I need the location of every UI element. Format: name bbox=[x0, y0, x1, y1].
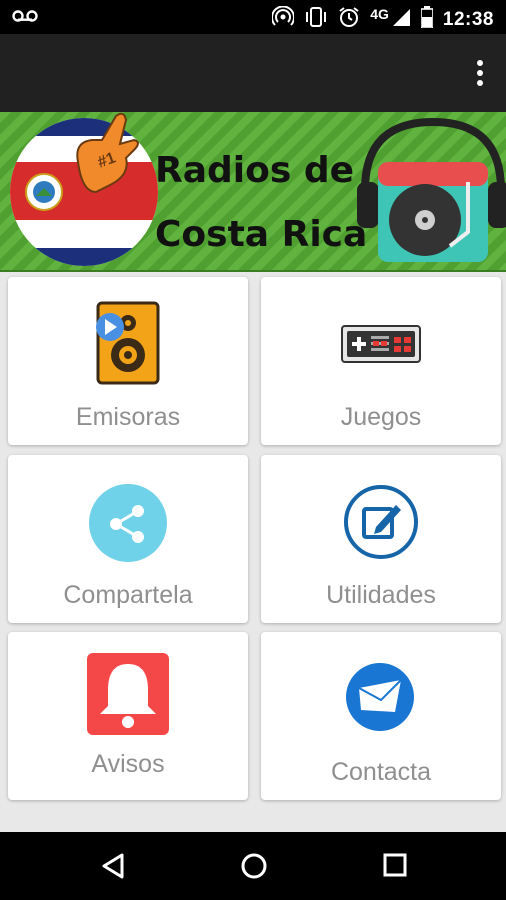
voicemail-icon bbox=[12, 9, 38, 28]
gamepad-icon bbox=[341, 325, 421, 368]
avisos-label: Avisos bbox=[91, 750, 165, 778]
banner-title-line1: Radios de bbox=[155, 150, 355, 191]
utilidades-label: Utilidades bbox=[326, 581, 436, 609]
banner: #1 Radios de Costa Rica bbox=[0, 112, 506, 272]
avisos-card[interactable]: Avisos bbox=[8, 632, 248, 800]
share-icon bbox=[88, 483, 168, 568]
juegos-card[interactable]: Juegos bbox=[261, 277, 501, 445]
compartela-card[interactable]: Compartela bbox=[8, 455, 248, 623]
utilidades-card[interactable]: Utilidades bbox=[261, 455, 501, 623]
network-type-label: 4G bbox=[370, 6, 389, 22]
navigation-bar bbox=[0, 832, 506, 900]
emisoras-card[interactable]: Emisoras bbox=[8, 277, 248, 445]
recents-icon[interactable] bbox=[382, 852, 408, 883]
clock: 12:38 bbox=[442, 9, 494, 30]
alarm-icon bbox=[338, 6, 360, 34]
mail-icon bbox=[345, 662, 415, 737]
compartela-label: Compartela bbox=[63, 581, 193, 609]
back-icon[interactable] bbox=[100, 852, 126, 885]
contacta-label: Contacta bbox=[330, 758, 432, 786]
contacta-card[interactable]: Contacta bbox=[261, 632, 501, 800]
banner-title-line2: Costa Rica bbox=[155, 214, 368, 255]
turntable-headphones-icon bbox=[357, 117, 506, 262]
bell-icon bbox=[86, 652, 170, 741]
hotspot-icon bbox=[271, 5, 296, 34]
app-bar bbox=[0, 34, 506, 112]
vibrate-icon bbox=[304, 6, 328, 34]
edit-icon bbox=[342, 483, 420, 566]
status-bar: 4G 12:38 bbox=[0, 0, 506, 34]
emisoras-label: Emisoras bbox=[75, 403, 181, 431]
signal-icon bbox=[391, 7, 411, 33]
overflow-menu-icon[interactable] bbox=[476, 60, 484, 88]
speaker-icon bbox=[94, 299, 166, 392]
home-icon[interactable] bbox=[240, 852, 268, 885]
juegos-label: Juegos bbox=[340, 403, 422, 431]
battery-icon bbox=[420, 6, 434, 34]
